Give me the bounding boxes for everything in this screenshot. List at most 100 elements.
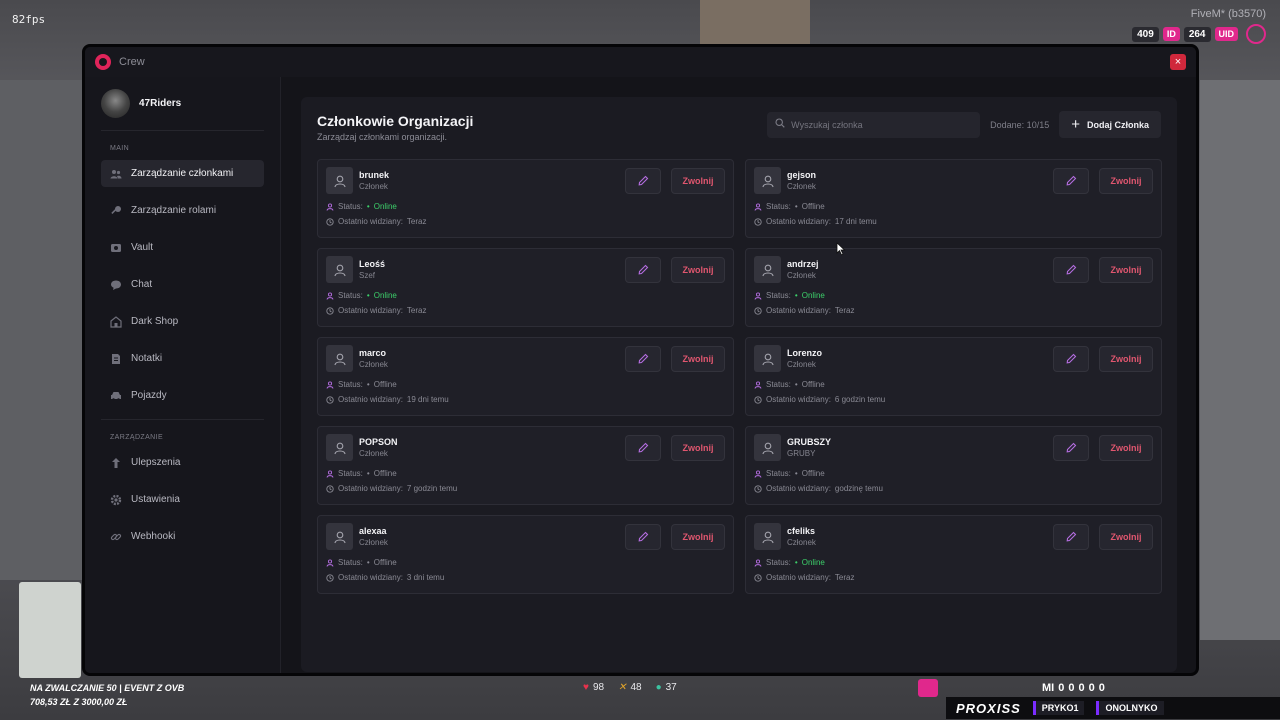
fire-member-button[interactable]: Zwolnij (671, 345, 725, 372)
sidebar-item-dark-shop[interactable]: Dark Shop (101, 308, 264, 335)
member-last-seen: Ostatnio widziany: 17 dni temu (754, 217, 1153, 226)
edit-member-button[interactable] (625, 523, 661, 550)
fire-member-button[interactable]: Zwolnij (1099, 345, 1153, 372)
member-status: Status: • Online (754, 558, 1153, 567)
member-role: GRUBY (787, 449, 816, 458)
server-logo-icon (1246, 24, 1266, 44)
sidebar-item-label: Webhooki (131, 531, 176, 542)
search-box (767, 111, 981, 138)
member-card: andrzej Członek Zwolnij Status: • Online Ostat… (745, 248, 1162, 327)
pencil-icon (638, 531, 649, 542)
last-seen-value: 19 dni temu (406, 395, 449, 404)
edit-member-button[interactable] (625, 434, 661, 461)
last-seen-label: Ostatnio widziany: (338, 306, 403, 315)
sidebar-item-webhooki[interactable]: Webhooki (101, 523, 264, 550)
edit-member-button[interactable] (1053, 167, 1089, 194)
sidebar-item-zarządzanie-rolami[interactable]: Zarządzanie rolami (101, 197, 264, 224)
money-hud: MI 00000 (918, 679, 1109, 697)
org-avatar (101, 89, 130, 118)
add-member-button[interactable]: + Dodaj Członka (1059, 111, 1161, 138)
edit-member-button[interactable] (625, 345, 661, 372)
clock-icon (326, 306, 334, 315)
shop-icon (109, 315, 122, 328)
status-label: Status: (766, 380, 791, 389)
clock-icon (326, 395, 334, 404)
edit-member-button[interactable] (1053, 345, 1089, 372)
member-status: Status: • Offline (326, 380, 725, 389)
fire-member-button[interactable]: Zwolnij (671, 256, 725, 283)
edit-member-button[interactable] (1053, 256, 1089, 283)
sidebar-item-ulepszenia[interactable]: Ulepszenia (101, 449, 264, 476)
status-dot: • (794, 202, 798, 211)
sidebar-item-vault[interactable]: Vault (101, 234, 264, 261)
fire-member-button[interactable]: Zwolnij (671, 523, 725, 550)
pencil-icon (1066, 264, 1077, 275)
sidebar-item-chat[interactable]: Chat (101, 271, 264, 298)
vault-icon (109, 241, 122, 254)
member-status: Status: • Offline (326, 469, 725, 478)
status-dot: • (794, 380, 798, 389)
user-avatar-icon (326, 256, 353, 283)
user-avatar-icon (754, 345, 781, 372)
member-last-seen: Ostatnio widziany: 7 godzin temu (326, 484, 725, 493)
members-grid: brunek Członek Zwolnij Status: • Online Ostatn… (317, 159, 1162, 594)
member-role: Członek (359, 182, 388, 191)
fire-member-button[interactable]: Zwolnij (671, 167, 725, 194)
sidebar-item-notatki[interactable]: Notatki (101, 345, 264, 372)
edit-member-button[interactable] (1053, 434, 1089, 461)
sidebar-item-ustawienia[interactable]: Ustawienia (101, 486, 264, 513)
status-value: Online (373, 202, 397, 211)
last-seen-label: Ostatnio widziany: (766, 306, 831, 315)
fire-member-button[interactable]: Zwolnij (1099, 434, 1153, 461)
fire-member-button[interactable]: Zwolnij (1099, 256, 1153, 283)
money-prefix: MI (1042, 682, 1055, 694)
edit-member-button[interactable] (625, 167, 661, 194)
close-button[interactable]: × (1170, 54, 1186, 70)
edit-member-button[interactable] (1053, 523, 1089, 550)
section-label-main: MAIN (110, 145, 130, 152)
panel-header: Członkowie Organizacji Zarządzaj członka… (317, 111, 1161, 153)
search-input[interactable] (791, 119, 962, 130)
fire-member-button[interactable]: Zwolnij (671, 434, 725, 461)
sidebar-item-pojazdy[interactable]: Pojazdy (101, 382, 264, 409)
member-last-seen: Ostatnio widziany: godzinę temu (754, 484, 1153, 493)
pencil-icon (638, 442, 649, 453)
status-label: Status: (766, 291, 791, 300)
last-seen-value: godzinę temu (834, 484, 883, 493)
armor-stat: ✕ 48 (618, 682, 642, 693)
status-label: Status: (766, 202, 791, 211)
last-seen-value: Teraz (834, 306, 855, 315)
member-name: cfeliks (787, 526, 816, 536)
fire-member-button[interactable]: Zwolnij (1099, 523, 1153, 550)
member-last-seen: Ostatnio widziany: 3 dni temu (326, 573, 725, 582)
edit-member-button[interactable] (625, 256, 661, 283)
status-label: Status: (338, 202, 363, 211)
member-name: gejson (787, 170, 817, 180)
user-avatar-icon (326, 523, 353, 550)
status-dot: • (366, 558, 370, 567)
page-title: Członkowie Organizacji (317, 113, 474, 129)
sidebar-item-zarządzanie-członkami[interactable]: Zarządzanie członkami (101, 160, 264, 187)
heart-icon: ♥ (583, 682, 589, 693)
badge-icon (918, 679, 938, 697)
member-role: Członek (787, 360, 816, 369)
member-card: gejson Członek Zwolnij Status: • Offline Ostat… (745, 159, 1162, 238)
sidebar-item-label: Ulepszenia (131, 457, 181, 468)
member-card: Leośś Szef Zwolnij Status: • Online Ostatnio w… (317, 248, 734, 327)
person-icon (326, 291, 334, 300)
fps-counter: 82fps (12, 13, 46, 26)
last-seen-label: Ostatnio widziany: (766, 395, 831, 404)
member-role: Szef (359, 271, 376, 280)
member-last-seen: Ostatnio widziany: 19 dni temu (326, 395, 725, 404)
member-status: Status: • Online (326, 202, 725, 211)
event-line-1: NA ZWALCZANIE 50 | EVENT Z OVB (30, 683, 185, 693)
person-icon (754, 291, 762, 300)
fire-member-button[interactable]: Zwolnij (1099, 167, 1153, 194)
gear-icon (109, 493, 122, 506)
status-dot: • (366, 469, 370, 478)
member-status: Status: • Online (754, 291, 1153, 300)
clock-icon (326, 217, 334, 226)
clock-icon (754, 395, 762, 404)
status-dot: • (366, 202, 370, 211)
member-card: GRUBSZY GRUBY Zwolnij Status: • Offline Ostatn… (745, 426, 1162, 505)
